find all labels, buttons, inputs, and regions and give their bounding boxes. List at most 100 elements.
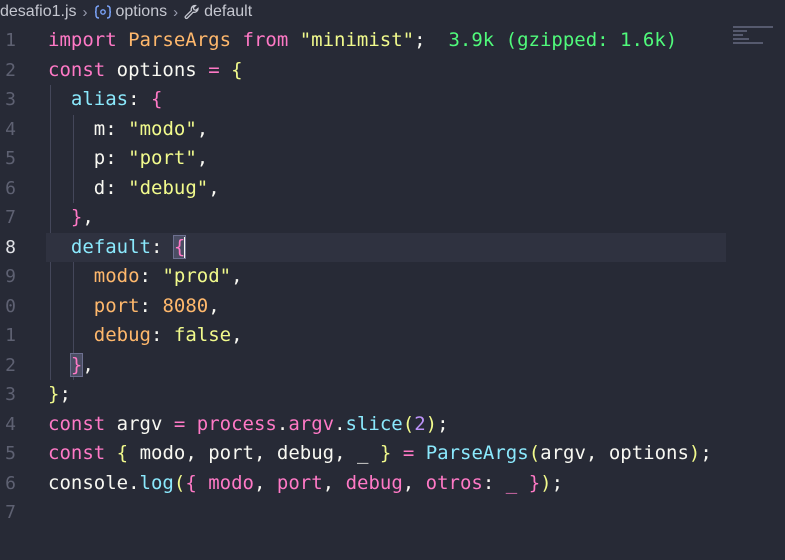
token-punct: , xyxy=(402,471,415,494)
code-line[interactable]: 0 port: 8080, xyxy=(0,292,785,322)
token-property: modo xyxy=(93,265,140,287)
token-punct: ; xyxy=(551,471,564,494)
token-bracket: } xyxy=(70,206,83,228)
token-punct: ; xyxy=(437,412,449,435)
token-punct: , xyxy=(334,442,346,464)
token-keyword: const xyxy=(48,412,106,435)
code-line[interactable]: 4 const argv = process.argv.slice(2); xyxy=(0,410,785,440)
code-line-active[interactable]: 8 default: { xyxy=(0,232,785,263)
token-identifier: argv xyxy=(116,412,163,435)
token-punct: . xyxy=(128,471,140,494)
token-property: argv xyxy=(288,412,335,435)
code-line[interactable]: 5 const { modo, port, debug, _ } = ParseA… xyxy=(0,439,785,469)
token-bracket: ) xyxy=(540,471,552,494)
token-identifier: debug xyxy=(276,442,335,464)
token-punct: : xyxy=(139,265,151,287)
breadcrumb-file[interactable]: desafio1.js xyxy=(0,3,77,21)
token-function: ParseArgs xyxy=(425,442,529,464)
token-property: port xyxy=(93,294,140,317)
code-line[interactable]: 1 import ParseArgs from "minimist"; 3.9k … xyxy=(0,26,785,56)
token-keyword: from xyxy=(242,29,289,51)
code-line[interactable]: 6 d: "debug", xyxy=(0,174,785,204)
token-string: "minimist" xyxy=(299,29,415,51)
token-property: d xyxy=(93,176,106,199)
token-identifier: modo xyxy=(139,442,186,464)
token-punct: . xyxy=(276,412,289,435)
token-identifier: options xyxy=(608,442,689,464)
line-number: 4 xyxy=(5,118,16,140)
token-property: p xyxy=(93,147,106,169)
code-line[interactable]: 4 m: "modo", xyxy=(0,115,785,145)
token-operator: = xyxy=(402,442,415,464)
token-bracket: ( xyxy=(528,442,541,464)
line-number: 5 xyxy=(5,148,16,169)
token-property: otros xyxy=(425,471,483,494)
token-punct: : xyxy=(105,176,117,199)
token-identifier: _ xyxy=(505,471,518,494)
token-operator: = xyxy=(208,58,220,81)
token-identifier: console xyxy=(48,471,129,494)
token-bracket-matched: } xyxy=(69,352,84,377)
token-function: log xyxy=(139,471,174,494)
code-line[interactable]: 3}; xyxy=(0,380,785,410)
line-number: 3 xyxy=(5,384,16,405)
import-cost-hint: 3.9k (gzipped: 1.6k) xyxy=(448,29,678,51)
breadcrumb-symbol[interactable]: options xyxy=(116,3,168,21)
token-identifier: options xyxy=(116,58,197,81)
line-number: 4 xyxy=(5,413,16,435)
token-punct: , xyxy=(185,442,197,464)
token-identifier: ParseArgs xyxy=(128,29,232,51)
token-punct: : xyxy=(482,471,495,494)
token-string: "debug" xyxy=(128,176,209,199)
token-identifier: debug xyxy=(345,471,403,494)
code-line[interactable]: 7 }, xyxy=(0,203,785,233)
token-operator: = xyxy=(173,412,186,435)
token-punct: , xyxy=(231,265,243,287)
token-property: alias xyxy=(70,88,129,110)
token-bracket: { xyxy=(185,471,197,494)
token-bracket: ) xyxy=(688,442,701,464)
code-line[interactable]: 2 const options = { xyxy=(0,56,785,86)
token-punct: . xyxy=(334,412,346,435)
token-bracket: } xyxy=(528,471,541,494)
token-bracket: ( xyxy=(173,471,186,494)
code-line[interactable]: 9 modo: "prod", xyxy=(0,262,785,292)
token-string: "prod" xyxy=(162,265,232,287)
token-punct: : xyxy=(105,117,117,140)
code-line[interactable]: 7 xyxy=(0,498,785,528)
token-punct: , xyxy=(585,442,598,464)
line-number: 7 xyxy=(5,502,16,523)
token-punct: ; xyxy=(414,29,426,51)
code-line[interactable]: 5 p: "port", xyxy=(0,144,785,174)
token-keyword: import xyxy=(48,29,117,51)
breadcrumb-property[interactable]: default xyxy=(204,3,252,21)
code-line[interactable]: 3 alias: { xyxy=(0,85,785,115)
token-identifier: port xyxy=(276,471,323,494)
token-string: "port" xyxy=(128,147,197,169)
code-line[interactable]: 6 console.log({ modo, port, debug, otros:… xyxy=(0,469,785,499)
token-bracket: } xyxy=(48,383,60,405)
line-number: 5 xyxy=(5,443,16,464)
line-number: 3 xyxy=(5,89,16,110)
token-identifier: _ xyxy=(357,442,369,464)
line-number: 9 xyxy=(5,266,16,287)
code-line[interactable]: 1 debug: false, xyxy=(0,321,785,351)
symbol-object-icon xyxy=(94,5,112,19)
code-line[interactable]: 2 }, xyxy=(0,351,785,381)
breadcrumb: desafio1.js › options › default xyxy=(0,0,785,24)
line-number: 2 xyxy=(5,59,16,81)
wrench-icon xyxy=(184,4,200,20)
token-punct: : xyxy=(128,88,140,110)
token-property: m xyxy=(93,117,106,140)
token-punct: , xyxy=(231,324,243,346)
code-editor[interactable]: 1 import ParseArgs from "minimist"; 3.9k … xyxy=(0,26,785,528)
token-keyword: const xyxy=(48,58,106,81)
chevron-right-icon: › xyxy=(82,3,88,21)
token-punct: , xyxy=(253,471,266,494)
token-identifier: process xyxy=(196,412,277,435)
token-punct: : xyxy=(139,294,151,317)
token-punct: , xyxy=(82,206,94,228)
token-boolean: false xyxy=(173,324,232,346)
token-bracket: } xyxy=(379,442,392,464)
line-number: 2 xyxy=(5,354,16,376)
